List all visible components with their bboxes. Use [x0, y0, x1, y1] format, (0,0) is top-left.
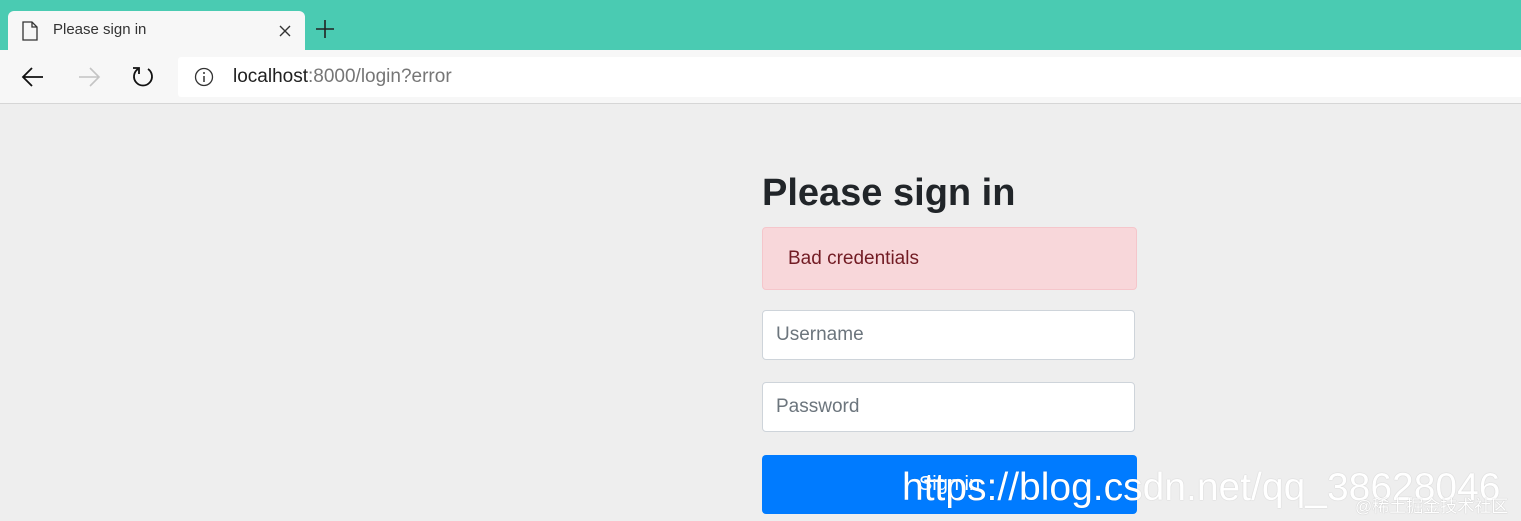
password-input[interactable]: [762, 382, 1135, 432]
forward-icon[interactable]: [76, 64, 102, 90]
refresh-icon[interactable]: [130, 64, 156, 90]
address-url[interactable]: localhost:8000/login?error: [233, 66, 452, 88]
info-icon[interactable]: [194, 67, 214, 87]
username-input[interactable]: [762, 310, 1135, 360]
url-path: :8000/login?error: [308, 66, 452, 87]
page-content: Please sign in Bad credentials Sign in h…: [0, 104, 1521, 521]
error-alert: Bad credentials: [762, 227, 1137, 290]
page-title: Please sign in: [762, 172, 1016, 214]
browser-tab-strip: Please sign in: [0, 0, 1521, 50]
sign-in-button[interactable]: Sign in: [762, 455, 1137, 514]
page-icon: [22, 21, 38, 41]
close-icon[interactable]: [278, 24, 292, 38]
address-bar[interactable]: localhost:8000/login?error: [178, 57, 1521, 97]
browser-toolbar: localhost:8000/login?error: [0, 50, 1521, 104]
new-tab-icon[interactable]: [314, 18, 336, 40]
browser-tab[interactable]: Please sign in: [8, 11, 305, 50]
url-host: localhost: [233, 66, 308, 87]
watermark-credit: @稀土掘金技术社区: [1355, 497, 1509, 516]
back-icon[interactable]: [20, 64, 46, 90]
tab-title: Please sign in: [53, 21, 147, 38]
alert-text: Bad credentials: [788, 248, 919, 269]
